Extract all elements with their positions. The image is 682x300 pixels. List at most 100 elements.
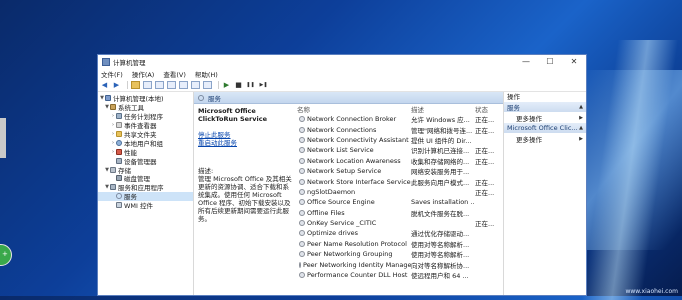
gear-icon: [116, 193, 122, 200]
toolbar-separator: [127, 81, 128, 89]
restart-icon[interactable]: ▶❚: [258, 81, 269, 89]
service-name-cell: ngSlotDaemon: [297, 188, 411, 196]
service-name-cell: Network Connectivity Assistant: [297, 136, 411, 144]
table-row[interactable]: Network Connectivity Assistant 提供 UI 组件的 …: [297, 135, 503, 145]
stop-icon[interactable]: ■: [234, 81, 243, 89]
section-label: 服务: [507, 104, 520, 112]
actions-section-services[interactable]: 服务 ▲: [504, 102, 586, 112]
content-panes: ▼ 计算机管理(本地) ▼ 系统工具 › 任务计划程序 › 事件查看器 › 共享…: [98, 92, 586, 295]
service-name-cell: OnKey Service _CITIC: [297, 219, 411, 227]
table-row[interactable]: Network Location Awareness 收集和存储网络的... 正在.…: [297, 156, 503, 166]
tree-root[interactable]: ▼ 计算机管理(本地): [98, 94, 193, 103]
service-description-cell: 收集和存储网络的...: [411, 157, 470, 166]
table-row[interactable]: Network Store Interface Service 此服务向用户模式.…: [297, 176, 503, 187]
service-description-cell: 网络安装服务用于...: [411, 168, 470, 177]
forward-icon[interactable]: ▶: [112, 81, 121, 89]
navigation-tree: ▼ 计算机管理(本地) ▼ 系统工具 › 任务计划程序 › 事件查看器 › 共享…: [98, 92, 194, 295]
tree-item-device-manager[interactable]: 设备管理器: [98, 156, 193, 166]
window-title: 计算机管理: [113, 58, 146, 67]
view-icon[interactable]: [203, 81, 212, 89]
description-label: 描述:: [198, 167, 214, 175]
up-folder-icon[interactable]: [131, 81, 140, 89]
service-status-cell: 正在...: [475, 220, 495, 229]
gear-icon: [299, 199, 305, 206]
service-name: Optimize drives: [307, 229, 359, 238]
title-bar[interactable]: 计算机管理 — ☐ ✕: [98, 55, 586, 68]
maximize-button[interactable]: ☐: [538, 55, 562, 68]
service-status-cell: 正在...: [475, 178, 495, 187]
table-row[interactable]: Network List Service 识别计算机已连接... 正在...: [297, 145, 503, 155]
service-name-cell: Peer Networking Grouping: [297, 250, 411, 258]
menu-file[interactable]: 文件(F): [101, 69, 123, 79]
minimize-button[interactable]: —: [514, 55, 538, 68]
tree-item-wmi-control[interactable]: WMI 控件: [98, 201, 193, 210]
service-name: Offline Files: [307, 208, 345, 217]
table-row[interactable]: Peer Networking Grouping 使用对等名称解析...: [297, 249, 503, 259]
service-name-cell: Optimize drives: [297, 229, 411, 237]
gear-icon: [299, 220, 305, 227]
menu-help[interactable]: 帮助(H): [195, 69, 218, 79]
more-actions-item[interactable]: 更多操作 ▶: [504, 112, 586, 123]
menu-action[interactable]: 操作(A): [132, 69, 155, 79]
table-row[interactable]: Performance Counter DLL Host 使远程用户和 64 ..…: [297, 270, 503, 280]
column-header-status[interactable]: 状态: [475, 104, 495, 114]
close-button[interactable]: ✕: [562, 55, 586, 68]
service-name: Performance Counter DLL Host: [307, 271, 408, 280]
table-row[interactable]: Optimize drives 通过优化存储驱动...: [297, 228, 503, 238]
table-row[interactable]: ngSlotDaemon 正在...: [297, 187, 503, 197]
service-name-cell: Network Location Awareness: [297, 157, 411, 165]
help-icon[interactable]: [191, 81, 200, 89]
table-row[interactable]: Network Connection Broker 允许 Windows 应...…: [297, 114, 503, 124]
computer-management-app-icon: [102, 57, 110, 66]
submenu-arrow-icon: ▶: [579, 135, 583, 142]
table-row[interactable]: Peer Name Resolution Protocol 使用对等名称解析...: [297, 239, 503, 249]
table-row[interactable]: OnKey Service _CITIC 正在...: [297, 218, 503, 228]
actions-section-selected-service[interactable]: Microsoft Office Clic... ▲: [504, 123, 586, 133]
show-tree-icon[interactable]: [143, 81, 152, 89]
more-actions-item[interactable]: 更多操作 ▶: [504, 133, 586, 144]
service-name-cell: Network Setup Service: [297, 167, 411, 175]
desktop-side-edge: [0, 118, 6, 158]
refresh-icon[interactable]: [167, 81, 176, 89]
floating-assistant-badge[interactable]: +: [0, 244, 12, 266]
service-name: Network Connection Broker: [307, 115, 397, 124]
properties-icon[interactable]: [155, 81, 164, 89]
pause-icon[interactable]: ❚❚: [246, 81, 255, 89]
export-icon[interactable]: [179, 81, 188, 89]
service-name: Network Setup Service: [307, 167, 382, 176]
collapse-up-icon[interactable]: ▲: [579, 104, 583, 110]
column-header-name[interactable]: 名称: [297, 104, 411, 114]
stop-service-link[interactable]: 停止此服务: [198, 131, 231, 139]
service-description-cell: 识别计算机已连接...: [411, 147, 470, 156]
gear-icon: [299, 157, 305, 164]
column-header-description[interactable]: 描述: [411, 104, 475, 114]
gear-icon: [299, 230, 305, 237]
actions-title: 操作: [507, 93, 520, 101]
service-status-cell: 正在...: [475, 126, 495, 135]
users-icon: [116, 139, 122, 146]
tree-item-local-users[interactable]: › 本地用户和组: [98, 138, 193, 148]
service-status-cell: 正在...: [475, 147, 495, 156]
service-description-cell: 脱机文件服务在脱...: [411, 209, 470, 218]
event-log-icon: [116, 122, 122, 129]
tree-item-services-apps[interactable]: ▼ 服务和应用程序: [98, 183, 193, 192]
collapse-up-icon[interactable]: ▲: [579, 125, 583, 131]
computer-icon: [105, 95, 111, 102]
restart-service-link[interactable]: 重启动此服务: [198, 139, 237, 147]
gear-icon: [299, 168, 305, 175]
services-header: 服务: [194, 92, 503, 104]
table-row[interactable]: Peer Networking Identity Manager 向对等名称解析协…: [297, 259, 503, 270]
table-row[interactable]: Offline Files 脱机文件服务在脱...: [297, 208, 503, 218]
service-description-cell: 此服务向用户模式...: [411, 178, 470, 187]
service-name: Network Store Interface Service: [307, 177, 411, 186]
service-status-cell: 正在...: [475, 157, 495, 166]
menu-view[interactable]: 查看(V): [163, 69, 186, 79]
gear-icon: [299, 136, 305, 143]
table-row[interactable]: Network Setup Service 网络安装服务用于...: [297, 166, 503, 176]
gear-icon: [299, 240, 305, 247]
selected-service-name: Microsoft Office ClickToRun Service: [198, 107, 267, 123]
back-icon[interactable]: ◀: [100, 81, 109, 89]
table-row[interactable]: Office Source Engine Saves installation .…: [297, 197, 503, 207]
table-row[interactable]: Network Connections 管理"网络和拨号连... 正在...: [297, 124, 503, 135]
play-icon[interactable]: ▶: [222, 81, 231, 89]
